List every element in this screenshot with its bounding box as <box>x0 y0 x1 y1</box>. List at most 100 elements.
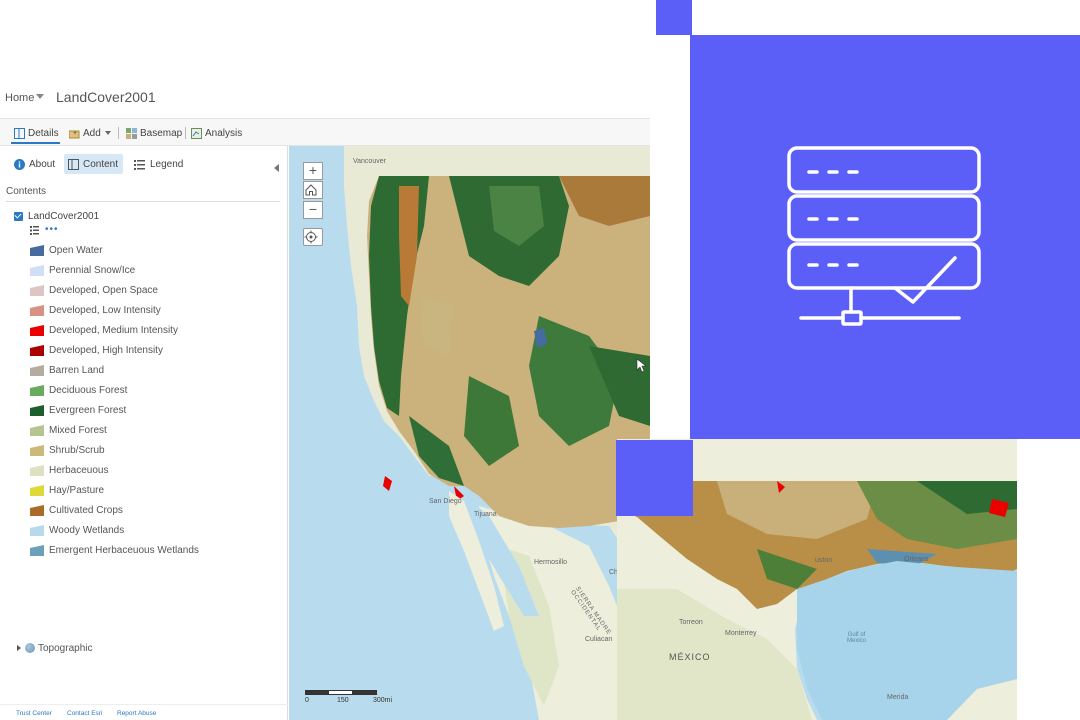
legend-label: Developed, Open Space <box>49 284 158 296</box>
legend-swatch <box>30 344 44 356</box>
map-label-hermosillo: Hermosillo <box>534 559 568 566</box>
add-label: Add <box>83 127 101 139</box>
legend-swatch <box>30 484 44 496</box>
locate-button[interactable] <box>303 228 323 246</box>
analysis-label: Analysis <box>205 127 243 139</box>
map-label-tijuana: Tijuana <box>474 511 497 518</box>
legend-item: Hay/Pasture <box>30 480 280 500</box>
map-viewer-window: Home LandCover2001 Details + Add Basemap… <box>0 84 650 720</box>
map-label-monterrey: Monterrey <box>725 630 757 637</box>
legend-item: Shrub/Scrub <box>30 440 280 460</box>
legend-label: Perennial Snow/Ice <box>49 264 136 276</box>
chevron-down-icon <box>104 131 111 135</box>
map-label-torreon: Torreon <box>679 619 703 626</box>
legend-swatch <box>30 264 44 276</box>
legend-item: Perennial Snow/Ice <box>30 260 280 280</box>
legend-label: Woody Wetlands <box>49 524 125 536</box>
legend-swatch <box>30 244 44 256</box>
layer-visibility-checkbox[interactable] <box>14 211 23 221</box>
report-abuse-link[interactable]: Report Abuse <box>117 710 156 717</box>
decorative-square <box>656 0 692 35</box>
tab-legend-label: Legend <box>150 158 184 170</box>
zoom-in-button[interactable]: + <box>303 162 323 180</box>
legend-swatch <box>30 304 44 316</box>
more-options-icon[interactable]: ••• <box>45 225 59 235</box>
show-legend-icon[interactable] <box>30 225 39 235</box>
basemap-icon <box>126 127 137 139</box>
tab-content[interactable]: Content <box>64 154 123 174</box>
info-icon <box>14 158 25 170</box>
locate-icon <box>304 230 318 244</box>
legend-swatch <box>30 324 44 336</box>
legend-label: Cultivated Crops <box>49 504 123 516</box>
legend-label: Emergent Herbaceuous Wetlands <box>49 544 199 556</box>
legend-swatch <box>30 384 44 396</box>
legend-item: Herbaceuous <box>30 460 280 480</box>
legend-swatch <box>30 544 44 556</box>
default-extent-button[interactable] <box>303 181 323 199</box>
legend-item: Barren Land <box>30 360 280 380</box>
tab-legend[interactable]: Legend <box>130 154 187 174</box>
collapse-panel-icon[interactable] <box>274 164 279 172</box>
scale-label-300: 300mi <box>373 697 393 704</box>
toolbar: Details + Add Basemap Analysis <box>0 118 650 146</box>
chevron-down-icon[interactable] <box>36 94 44 99</box>
legend-item: Deciduous Forest <box>30 380 280 400</box>
legend-swatch <box>30 464 44 476</box>
legend-item: Developed, High Intensity <box>30 340 280 360</box>
tab-content-label: Content <box>83 158 119 170</box>
toolbar-divider <box>118 127 119 139</box>
home-icon <box>305 184 317 196</box>
legend-label: Mixed Forest <box>49 424 107 436</box>
toolbar-divider <box>185 127 186 139</box>
legend-label: Developed, High Intensity <box>49 344 163 356</box>
legend-label: Hay/Pasture <box>49 484 105 496</box>
legend-item: Woody Wetlands <box>30 520 280 540</box>
basemap-label: Basemap <box>140 127 183 139</box>
decorative-square <box>616 440 693 516</box>
top-bar: Home LandCover2001 <box>0 84 650 114</box>
server-check-icon <box>787 146 981 326</box>
contents-heading: Contents <box>6 186 47 197</box>
details-icon <box>14 127 25 139</box>
details-button[interactable]: Details <box>14 126 59 140</box>
basemap-button[interactable]: Basemap <box>126 126 182 140</box>
scale-label-150: 150 <box>337 697 349 704</box>
legend-item: Cultivated Crops <box>30 500 280 520</box>
scale-label-0: 0 <box>305 697 309 704</box>
legend-swatch <box>30 284 44 296</box>
basemap-layer-item[interactable]: Topographic <box>17 641 92 655</box>
legend-label: Barren Land <box>49 364 105 376</box>
legend-label: Developed, Low Intensity <box>49 304 161 316</box>
details-label: Details <box>28 127 59 139</box>
side-panel: About Content Legend Contents LandCover2… <box>0 146 288 720</box>
legend-swatch <box>30 524 44 536</box>
legend-item: Evergreen Forest <box>30 400 280 420</box>
content-icon <box>68 158 79 170</box>
layer-name: LandCover2001 <box>28 210 100 222</box>
map-label-new-orleans: Orleans <box>904 556 929 563</box>
legend-item: Developed, Low Intensity <box>30 300 280 320</box>
legend-swatch <box>30 424 44 436</box>
zoom-out-button[interactable]: − <box>303 201 323 219</box>
analysis-icon <box>191 127 202 139</box>
map-label-merida: Merida <box>887 694 909 701</box>
legend-icon <box>134 159 145 170</box>
legend-label: Evergreen Forest <box>49 404 127 416</box>
legend-label: Herbaceuous <box>49 464 109 476</box>
legend-swatch <box>30 504 44 516</box>
legend-swatch <box>30 404 44 416</box>
expand-caret-icon[interactable] <box>17 645 21 651</box>
map-view[interactable]: + − Vancouver San Diego Tijuana Hermosil… <box>289 146 650 720</box>
tab-about[interactable]: About <box>10 154 59 174</box>
layer-item[interactable]: LandCover2001 <box>14 209 99 223</box>
map-canvas <box>289 146 650 720</box>
page-title: LandCover2001 <box>56 89 156 105</box>
home-menu[interactable]: Home <box>5 92 34 104</box>
contact-esri-link[interactable]: Contact Esri <box>67 710 102 717</box>
trust-center-link[interactable]: Trust Center <box>16 710 52 717</box>
analysis-button[interactable]: Analysis <box>191 126 242 140</box>
map-label-mexico: MÉXICO <box>669 652 711 662</box>
add-button[interactable]: + Add <box>69 126 111 140</box>
legend-label: Shrub/Scrub <box>49 444 105 456</box>
